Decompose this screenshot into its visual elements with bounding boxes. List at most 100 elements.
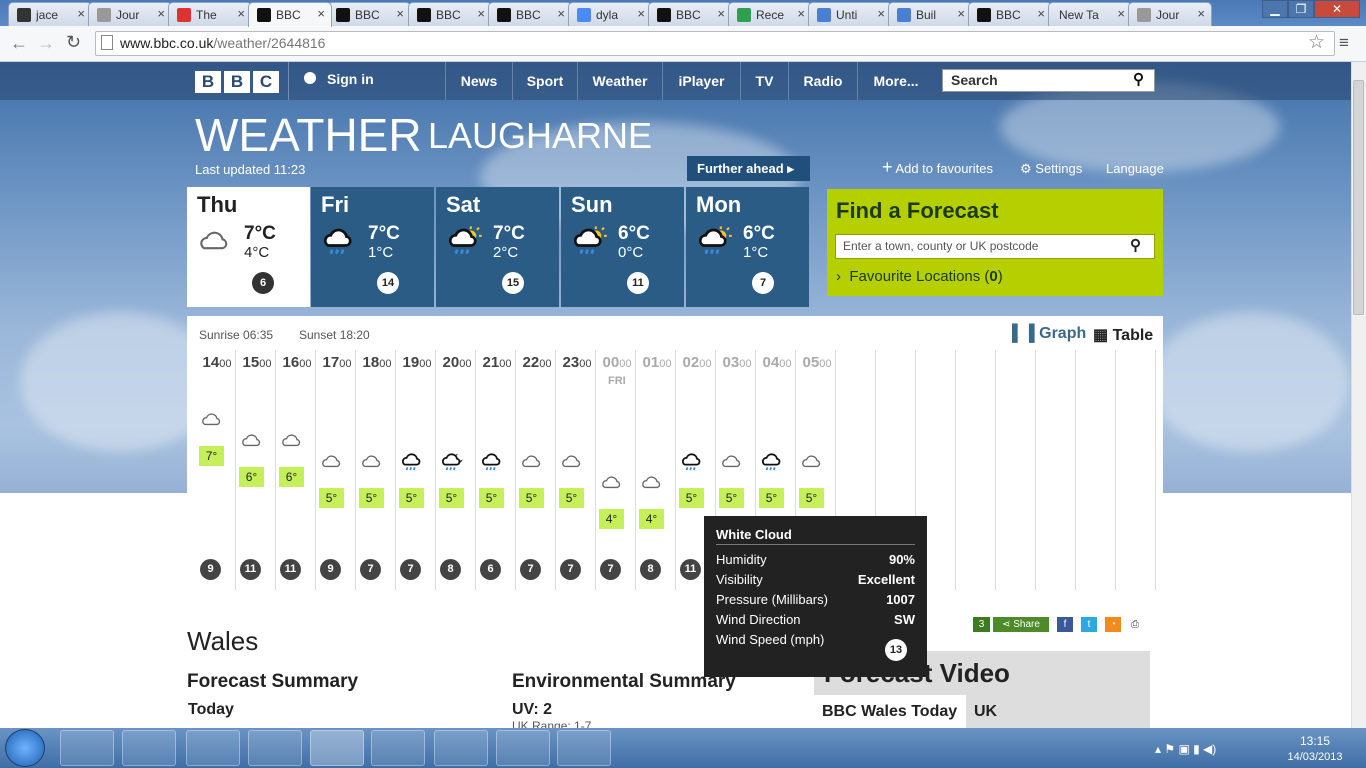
hour-label[interactable]: 1900 — [397, 354, 437, 371]
close-tab-icon[interactable]: × — [1037, 6, 1045, 21]
hour-temperature[interactable]: 5° — [799, 488, 824, 508]
hour-temperature[interactable]: 5° — [559, 488, 584, 508]
clock-time[interactable]: 13:15 — [1282, 734, 1348, 748]
browser-tab[interactable]: BBC × — [648, 2, 732, 26]
chrome-taskbar-icon[interactable] — [310, 730, 364, 766]
browser-tab[interactable]: jace × — [8, 2, 92, 26]
start-button[interactable] — [5, 729, 45, 767]
location-search-input[interactable]: Enter a town, county or UK postcode — [835, 234, 1155, 259]
hour-label[interactable]: 1500 — [237, 354, 277, 371]
browser-tab[interactable]: BBC × — [248, 2, 332, 27]
close-tab-icon[interactable]: × — [157, 6, 165, 21]
hour-temperature[interactable]: 5° — [439, 488, 464, 508]
back-icon[interactable]: ← — [10, 33, 28, 54]
nav-more[interactable]: More... — [857, 62, 934, 100]
twitter-icon[interactable]: t — [1081, 617, 1097, 632]
hour-label[interactable]: 1700 — [317, 354, 357, 371]
close-tab-icon[interactable]: × — [1197, 6, 1205, 21]
hour-temperature[interactable]: 4° — [639, 509, 664, 529]
day-card-sat[interactable]: Sat 7°C 2°C 15 — [436, 187, 559, 307]
nav-weather[interactable]: Weather — [577, 62, 662, 100]
maximize-button[interactable]: ❐ — [1288, 0, 1314, 18]
nav-radio[interactable]: Radio — [788, 62, 857, 100]
further-ahead-button[interactable]: Further ahead ▸ — [687, 156, 810, 181]
url-input[interactable]: www.bbc.co.uk/weather/2644816 — [95, 31, 1335, 56]
reload-icon[interactable]: ↻ — [66, 32, 81, 53]
clock-date[interactable]: 14/03/2013 — [1275, 751, 1355, 763]
browser-tab[interactable]: BBC × — [488, 2, 572, 26]
close-tab-icon[interactable]: × — [237, 6, 245, 21]
bbc-search-input[interactable]: Search — [942, 69, 1155, 92]
bbc-logo-c[interactable]: C — [253, 71, 279, 93]
hour-label[interactable]: 0500 — [797, 354, 837, 371]
day-card-sun[interactable]: Sun 6°C 0°C 11 — [561, 187, 684, 307]
close-tab-icon[interactable]: × — [877, 6, 885, 21]
search-icon[interactable]: ⚲ — [1133, 70, 1144, 88]
close-window-button[interactable]: ✕ — [1314, 0, 1360, 18]
close-tab-icon[interactable]: × — [717, 6, 725, 21]
browser-tab[interactable]: Rece × — [728, 2, 812, 26]
browser-tab[interactable]: BBC × — [327, 2, 411, 26]
video-tab-bbc-wales[interactable]: BBC Wales Today — [814, 695, 966, 728]
hour-label[interactable]: 2200 — [517, 354, 557, 371]
hour-temperature[interactable]: 6° — [239, 467, 264, 487]
nav-tv[interactable]: TV — [740, 62, 788, 100]
video-tab-uk[interactable]: UK — [974, 703, 997, 721]
settings-link[interactable]: ⚙ Settings — [1020, 161, 1082, 177]
table-view-toggle[interactable]: ▦ Table — [1093, 325, 1153, 345]
hour-label[interactable]: 1800 — [357, 354, 397, 371]
tray-icons[interactable]: ▴ ⚑ ▣ ▮ ◀) — [1155, 742, 1216, 756]
hour-temperature[interactable]: 5° — [519, 488, 544, 508]
nav-iplayer[interactable]: iPlayer — [662, 62, 740, 100]
hour-label[interactable]: 2000 — [437, 354, 477, 371]
hour-temperature[interactable]: 7° — [199, 446, 224, 466]
network-taskbar-icon[interactable] — [371, 730, 425, 766]
explorer-taskbar-icon[interactable] — [60, 730, 114, 766]
close-tab-icon[interactable]: × — [1117, 6, 1125, 21]
day-card-mon[interactable]: Mon 6°C 1°C 7 — [686, 187, 809, 307]
nav-sport[interactable]: Sport — [512, 62, 577, 100]
browser-tab[interactable]: New Ta × — [1048, 2, 1132, 26]
browser-tab[interactable]: dyla × — [568, 2, 652, 26]
close-tab-icon[interactable]: × — [317, 6, 325, 21]
browser-tab[interactable]: Jour × — [88, 2, 172, 26]
hour-label[interactable]: 1600 — [277, 354, 317, 371]
hour-label[interactable]: 0100 — [637, 354, 677, 371]
close-tab-icon[interactable]: × — [957, 6, 965, 21]
filezilla-taskbar-icon[interactable] — [186, 730, 240, 766]
browser-tab[interactable]: Jour × — [1128, 2, 1212, 26]
close-tab-icon[interactable]: × — [797, 6, 805, 21]
hour-label[interactable]: 0300 — [717, 354, 757, 371]
hour-temperature[interactable]: 5° — [319, 488, 344, 508]
sublime-taskbar-icon[interactable] — [122, 730, 176, 766]
day-card-fri[interactable]: Fri 7°C 1°C 14 — [311, 187, 434, 307]
github-taskbar-icon[interactable] — [496, 730, 550, 766]
hour-label[interactable]: 0400 — [757, 354, 797, 371]
hour-label[interactable]: 0000 — [597, 354, 637, 371]
nav-news[interactable]: News — [445, 62, 512, 100]
favourite-locations-link[interactable]: › Favourite Locations (0) — [836, 268, 1003, 285]
hour-temperature[interactable]: 5° — [399, 488, 424, 508]
language-link[interactable]: Language — [1106, 161, 1164, 176]
powershell-taskbar-icon[interactable] — [557, 730, 611, 766]
browser-tab[interactable]: Buil × — [888, 2, 972, 26]
forward-icon[interactable]: → — [37, 33, 55, 54]
gimp-taskbar-icon[interactable] — [248, 730, 302, 766]
hour-temperature[interactable]: 5° — [479, 488, 504, 508]
rss-icon[interactable]: ◔ — [1105, 617, 1121, 632]
close-tab-icon[interactable]: × — [637, 6, 645, 21]
day-card-thu[interactable]: Thu 7°C 4°C 6 — [187, 187, 310, 307]
scrollbar-thumb[interactable] — [1353, 80, 1364, 315]
browser-tab[interactable]: Unti × — [808, 2, 892, 26]
hour-temperature[interactable]: 5° — [719, 488, 744, 508]
terminal-taskbar-icon[interactable] — [434, 730, 488, 766]
bbc-logo-b2[interactable]: B — [224, 71, 250, 93]
bbc-logo-b1[interactable]: B — [195, 71, 221, 93]
browser-tab[interactable]: BBC × — [968, 2, 1052, 26]
hour-temperature[interactable]: 5° — [359, 488, 384, 508]
close-tab-icon[interactable]: × — [557, 6, 565, 21]
signin-link[interactable]: Sign in — [327, 71, 374, 87]
graph-view-toggle[interactable]: ▌▐ Graph — [1012, 325, 1086, 343]
hour-temperature[interactable]: 4° — [599, 509, 624, 529]
browser-tab[interactable]: The × — [168, 2, 252, 26]
